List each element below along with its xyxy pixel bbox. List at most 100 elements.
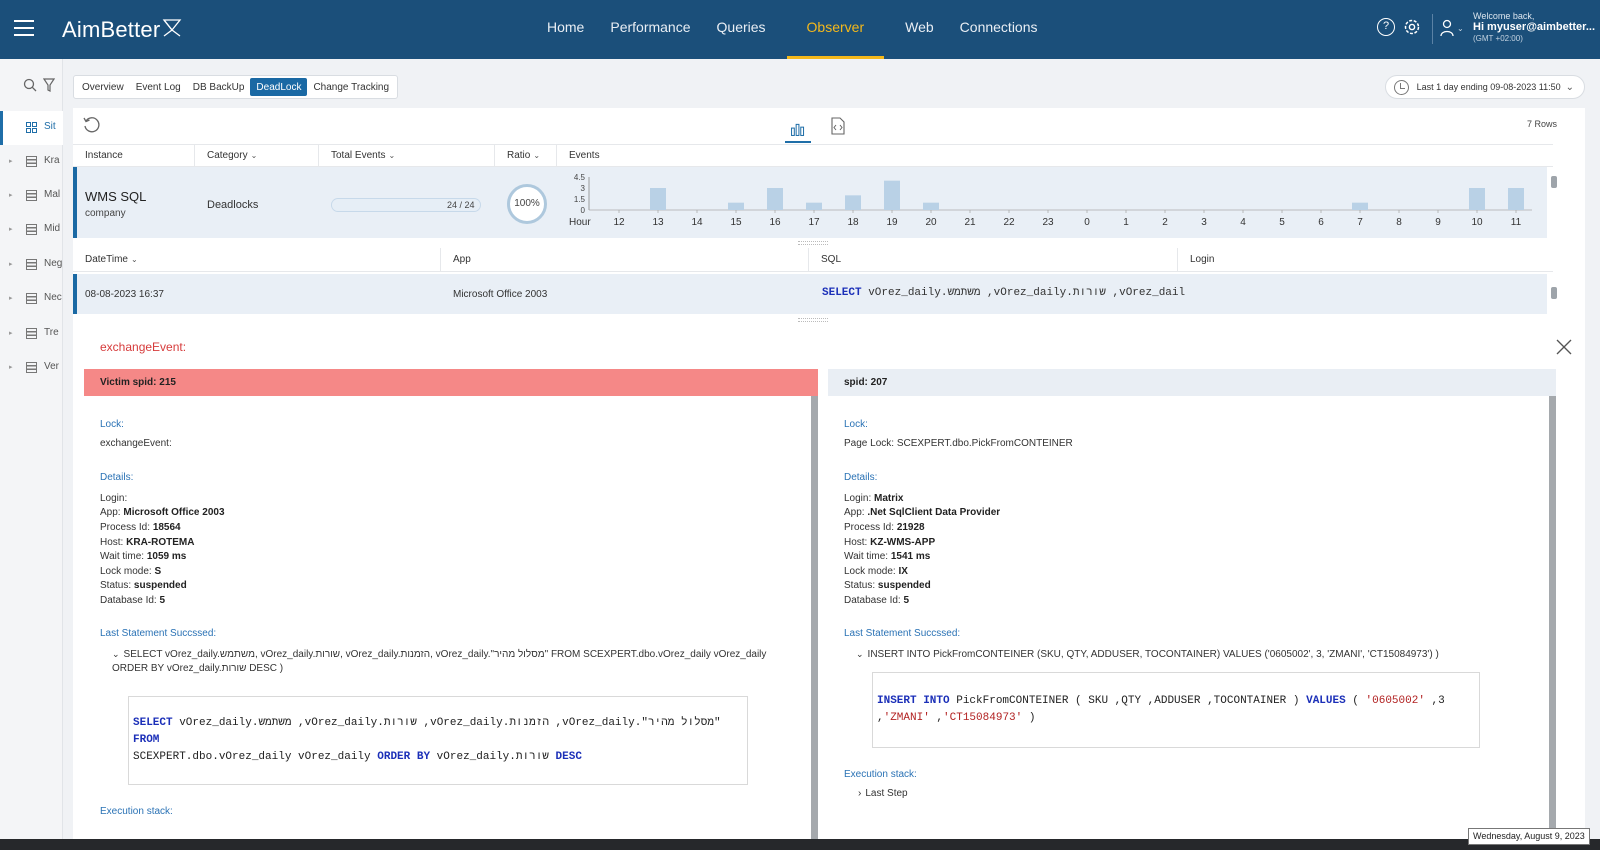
nav-home[interactable]: Home <box>534 0 597 59</box>
tab-overview[interactable]: Overview <box>76 78 130 96</box>
x-tick-label: 10 <box>1471 217 1483 228</box>
blocking-scrollbar[interactable] <box>1549 396 1556 839</box>
detail-field: App: .Net SqlClient Data Provider <box>844 506 1540 521</box>
main-nav: Home Performance Queries Observer Web Co… <box>534 0 1051 59</box>
nav-performance[interactable]: Performance <box>597 0 703 59</box>
chart-view-icon[interactable] <box>785 117 811 143</box>
sql-text: , <box>877 712 884 725</box>
col-ratio[interactable]: Ratio ⌄ <box>495 145 557 167</box>
last-statement-toggle[interactable]: ⌄ INSERT INTO PickFromCONTEINER (SKU, QTY… <box>844 647 1540 662</box>
sidebar-item-sit[interactable]: Sit <box>0 111 63 145</box>
col-total-events[interactable]: Total Events ⌄ <box>319 145 495 167</box>
x-tick-label: 13 <box>652 217 664 228</box>
tab-change-tracking[interactable]: Change Tracking <box>307 78 395 96</box>
nav-observer[interactable]: Observer <box>786 0 885 59</box>
victim-body: Lock: exchangeEvent: Details: Login: App… <box>84 396 818 820</box>
detail-field: Lock mode: IX <box>844 565 1540 580</box>
sidebar-item-tre[interactable]: ▸ Tre <box>0 317 63 351</box>
menu-toggle-icon[interactable] <box>14 20 34 38</box>
filter-funnel-icon[interactable] <box>43 78 55 92</box>
help-icon[interactable]: ? <box>1377 18 1395 36</box>
x-tick-label: 14 <box>691 217 703 228</box>
sidebar-item-label: Nec <box>44 292 62 303</box>
field-value: 5 <box>159 594 166 606</box>
col-instance[interactable]: Instance <box>73 145 195 167</box>
expand-arrow-icon[interactable]: ▸ <box>9 260 13 268</box>
col-login[interactable]: Login <box>1178 248 1553 272</box>
sidebar-item-kra[interactable]: ▸ Kra <box>0 145 63 179</box>
field-value: Matrix <box>874 492 904 504</box>
field-value: 5 <box>903 594 910 606</box>
app-logo[interactable]: AimBetter <box>62 17 182 43</box>
chevron-down-icon: ⌄ <box>856 649 864 660</box>
settings-gear-icon[interactable] <box>1402 17 1422 37</box>
server-icon <box>26 328 37 339</box>
category-value: Deadlocks <box>207 199 259 211</box>
nav-connections[interactable]: Connections <box>947 0 1051 59</box>
user-avatar-icon[interactable] <box>1440 19 1454 37</box>
summary-scrollbar-thumb[interactable] <box>1551 176 1557 188</box>
refresh-icon[interactable] <box>82 116 100 134</box>
resize-handle[interactable] <box>798 241 828 245</box>
sql-keyword: INSERT INTO <box>877 695 950 708</box>
header-separator <box>1432 14 1433 44</box>
top-header: AimBetter Home Performance Queries Obser… <box>0 0 1600 59</box>
tab-event-log[interactable]: Event Log <box>130 78 187 96</box>
resize-handle[interactable] <box>798 318 828 322</box>
code-line: ,'ZMANI' ,'CT15084973' ) <box>877 710 1471 727</box>
execution-stack-item[interactable]: › Last Step <box>844 787 1540 802</box>
col-label: Instance <box>85 150 123 161</box>
x-tick-label: 16 <box>769 217 781 228</box>
col-category[interactable]: Category ⌄ <box>195 145 319 167</box>
sql-text: ,3 <box>1424 695 1445 708</box>
detail-field: Process Id: 21928 <box>844 521 1540 536</box>
tab-db-backup[interactable]: DB BackUp <box>187 78 251 96</box>
expand-arrow-icon[interactable]: ▸ <box>9 329 13 337</box>
code-view-icon[interactable] <box>829 117 847 135</box>
nav-web[interactable]: Web <box>892 0 947 59</box>
sidebar-item-ver[interactable]: ▸ Ver <box>0 351 63 385</box>
code-line: SCEXPERT.dbo.vOrez_daily vOrez_daily ORD… <box>133 749 739 766</box>
welcome-text: Welcome back, <box>1473 11 1535 21</box>
field-value: suspended <box>877 580 931 592</box>
col-datetime[interactable]: DateTime ⌄ <box>73 248 441 272</box>
col-sql[interactable]: SQL <box>809 248 1178 272</box>
last-statement-toggle[interactable]: ⌄ SELECT vOrez_daily.משתמש, vOrez_daily.ש… <box>100 647 802 676</box>
expand-arrow-icon[interactable]: ▸ <box>9 157 13 165</box>
sql-string: 'ZMANI' <box>883 712 930 725</box>
close-icon[interactable] <box>1555 338 1573 356</box>
taskbar-date-tooltip: Wednesday, August 9, 2023 <box>1468 828 1590 845</box>
tab-deadlock[interactable]: DeadLock <box>250 78 308 96</box>
sidebar-item-nec[interactable]: ▸ Nec <box>0 282 63 316</box>
search-icon[interactable] <box>23 78 37 92</box>
expand-arrow-icon[interactable]: ▸ <box>9 294 13 302</box>
sql-keyword: DESC <box>555 751 582 764</box>
table-row[interactable]: 08-08-2023 16:37 Microsoft Office 2003 S… <box>73 274 1557 314</box>
events-scrollbar-thumb[interactable] <box>1551 287 1557 299</box>
time-range-picker[interactable]: Last 1 day ending 09-08-2023 11:50 ⌄ <box>1384 75 1585 99</box>
expand-arrow-icon[interactable]: ▸ <box>9 191 13 199</box>
victim-scrollbar[interactable] <box>811 396 818 839</box>
observer-tabs: Overview Event Log DB BackUp DeadLock Ch… <box>73 75 399 99</box>
chevron-down-icon: ⌄ <box>533 151 541 160</box>
user-welcome[interactable]: Welcome back, Hi myuser@aimbetter... (GM… <box>1473 11 1595 43</box>
nav-queries[interactable]: Queries <box>704 0 779 59</box>
user-menu-chevron-icon[interactable]: ⌄ <box>1457 24 1464 33</box>
field-key: Status: <box>100 580 132 592</box>
expand-arrow-icon[interactable]: ▸ <box>9 225 13 233</box>
field-key: Login: <box>844 492 872 504</box>
sidebar-item-neg[interactable]: ▸ Neg <box>0 248 63 282</box>
col-app[interactable]: App <box>441 248 809 272</box>
expand-arrow-icon[interactable]: ▸ <box>9 363 13 371</box>
y-tick-label: 1.5 <box>574 195 586 204</box>
sidebar-item-mal[interactable]: ▸ Mal <box>0 179 63 213</box>
y-tick-label: 4.5 <box>574 173 586 182</box>
sql-text: ( <box>1345 695 1366 708</box>
panel-toolbar: 7 Rows <box>73 108 1585 144</box>
field-key: Process Id: <box>844 521 895 533</box>
sidebar-item-mid[interactable]: ▸ Mid <box>0 213 63 247</box>
clock-icon <box>1393 79 1409 95</box>
server-icon <box>26 190 37 201</box>
sql-string: 'CT15084973' <box>943 712 1023 725</box>
summary-row[interactable]: WMS SQL company Deadlocks 24 / 24 100% 4… <box>73 167 1557 238</box>
